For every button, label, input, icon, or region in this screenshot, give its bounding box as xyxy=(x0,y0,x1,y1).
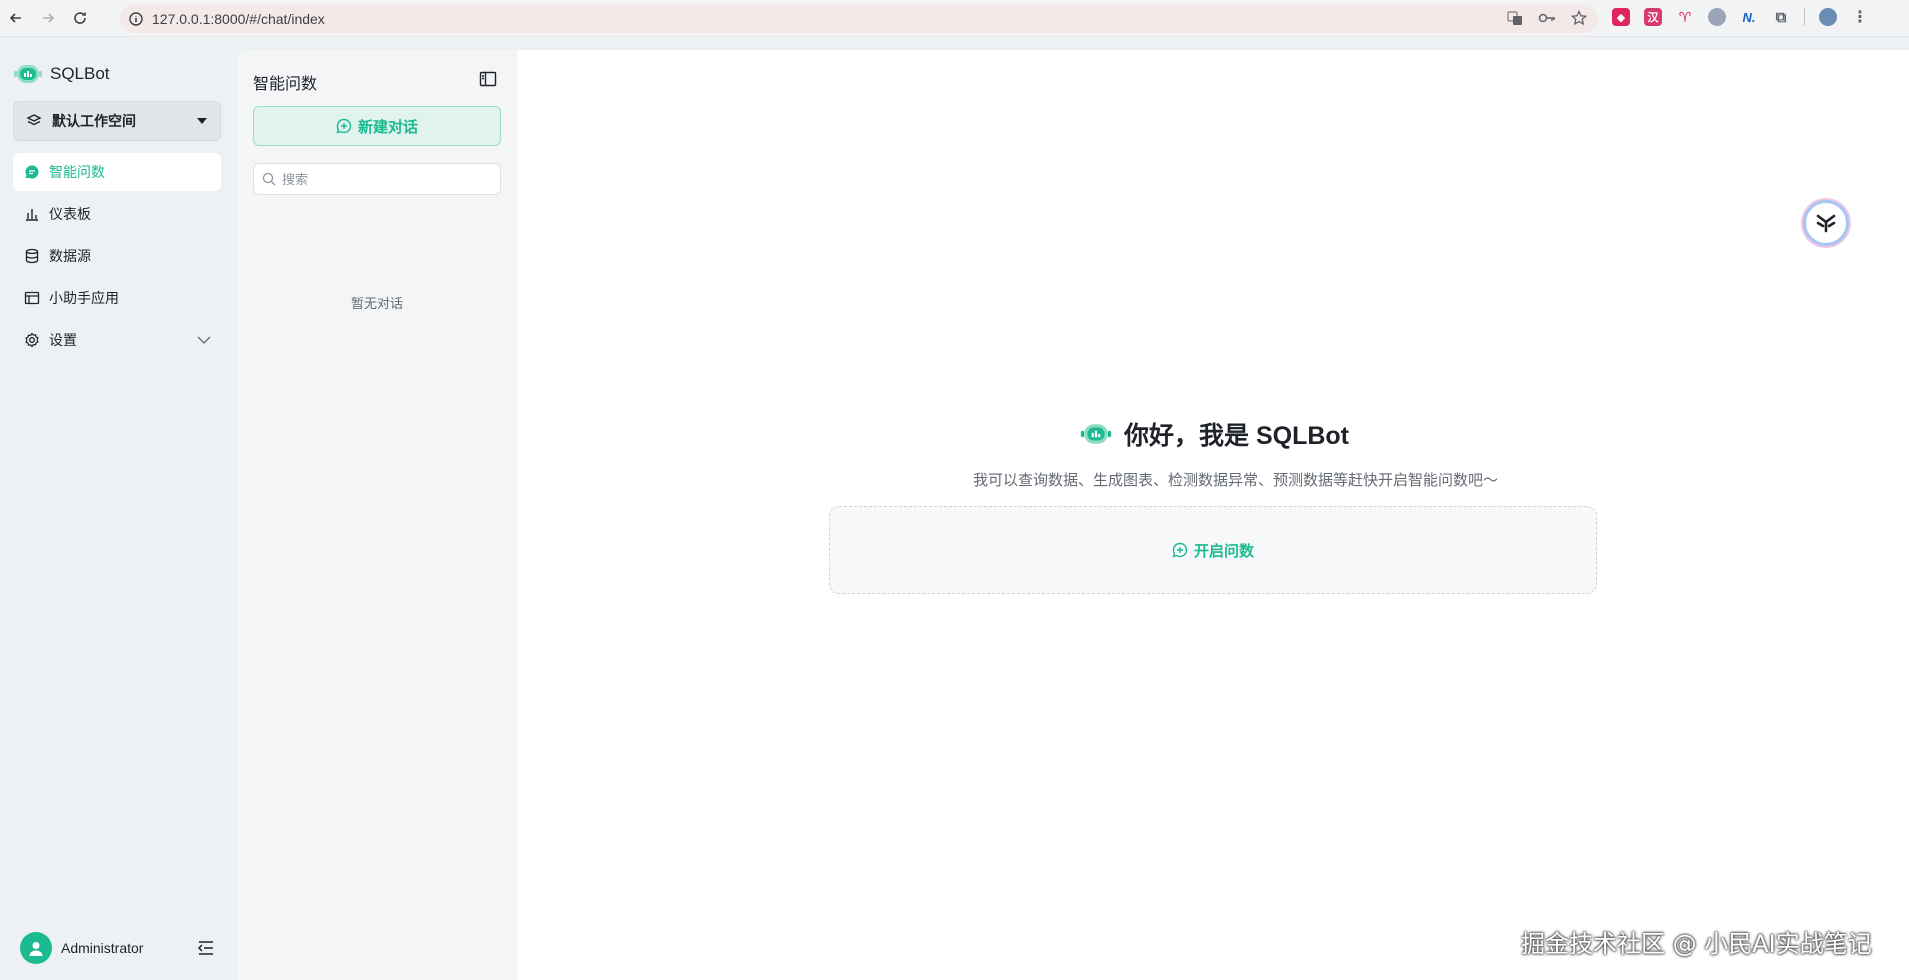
profile-avatar-icon[interactable] xyxy=(1819,8,1837,26)
sidebar-item-label: 数据源 xyxy=(49,248,91,264)
greeting-title: 你好，我是 SQLBot xyxy=(1124,422,1349,450)
extension-circle-icon[interactable] xyxy=(1708,8,1726,26)
brand[interactable]: SQLBot xyxy=(14,62,110,86)
chat-list-panel: 智能问数 新建对话 暂无对话 xyxy=(237,50,517,980)
sidebar-menu: 智能问数 仪表板 数据源 小助手应用 设置 xyxy=(13,153,221,363)
sidebar-item-label: 智能问数 xyxy=(49,164,105,180)
address-bar[interactable]: 127.0.0.1:8000/#/chat/index xyxy=(120,4,1598,33)
browser-toolbar: 127.0.0.1:8000/#/chat/index ◆ 汉 ♈ N. ⧉ ⋮ xyxy=(0,0,1909,37)
extension-n-icon[interactable]: N. xyxy=(1740,8,1758,26)
database-icon xyxy=(23,247,41,265)
star-icon[interactable] xyxy=(1570,9,1588,27)
sidebar-item-datasource[interactable]: 数据源 xyxy=(13,237,221,275)
user-icon xyxy=(29,942,43,956)
caret-down-icon xyxy=(197,118,207,124)
chat-icon xyxy=(23,163,41,181)
user-profile[interactable]: Administrator xyxy=(20,932,215,964)
workspace-name: 默认工作空间 xyxy=(52,113,136,129)
add-chat-icon xyxy=(1172,542,1188,558)
arrow-right-icon xyxy=(43,13,55,23)
brand-name: SQLBot xyxy=(50,64,110,83)
bar-chart-icon xyxy=(23,205,41,223)
url-text: 127.0.0.1:8000/#/chat/index xyxy=(152,10,325,27)
workspace-selector[interactable]: 默认工作空间 xyxy=(13,101,221,141)
sidebar-item-smart-query[interactable]: 智能问数 xyxy=(13,153,221,191)
chevron-down-icon xyxy=(197,336,211,344)
main-content: 你好，我是 SQLBot 我可以查询数据、生成图表、检测数据异常、预测数据等赶快… xyxy=(517,50,1909,980)
greeting: 你好，我是 SQLBot xyxy=(1080,416,1349,452)
avatar[interactable] xyxy=(20,932,52,964)
kebab-menu-icon[interactable]: ⋮ xyxy=(1851,8,1869,26)
panel-title: 智能问数 xyxy=(253,76,318,93)
sidebar-item-dashboard[interactable]: 仪表板 xyxy=(13,195,221,233)
sidebar-toggle-icon[interactable] xyxy=(479,70,497,88)
user-name: Administrator xyxy=(61,940,144,956)
reload-icon xyxy=(74,12,86,24)
sqlbot-logo-icon xyxy=(14,65,42,83)
sidebar-item-assistant-app[interactable]: 小助手应用 xyxy=(13,279,221,317)
start-query-label: 开启问数 xyxy=(1193,542,1254,560)
layers-icon xyxy=(26,114,42,126)
sidebar-item-label: 仪表板 xyxy=(49,206,91,222)
extension-translate-icon[interactable]: 汉 xyxy=(1644,8,1662,26)
collapse-menu-icon[interactable] xyxy=(197,940,215,956)
app-sidebar: SQLBot 默认工作空间 智能问数 仪表板 数据源 小助手应用 设置 Admi… xyxy=(0,50,236,980)
info-icon[interactable] xyxy=(128,11,144,27)
key-icon[interactable] xyxy=(1538,9,1556,27)
start-query-button[interactable]: 开启问数 xyxy=(829,506,1597,594)
forward-button[interactable] xyxy=(32,2,64,34)
floating-assistant-button[interactable] xyxy=(1803,200,1849,246)
extensions-puzzle-icon[interactable]: ⧉ xyxy=(1772,8,1790,26)
sidebar-item-label: 小助手应用 xyxy=(49,290,119,306)
greeting-subtitle: 我可以查询数据、生成图表、检测数据异常、预测数据等赶快开启智能问数吧～ xyxy=(972,472,1498,489)
gear-icon xyxy=(23,331,41,349)
extension-pin-icon[interactable]: ♈ xyxy=(1676,8,1694,26)
sqlbot-logo-icon xyxy=(1080,424,1112,444)
reload-button[interactable] xyxy=(64,2,96,34)
arrow-left-icon xyxy=(9,13,21,23)
toolbar-divider xyxy=(1804,8,1805,26)
search-input[interactable] xyxy=(282,171,482,187)
watermark: 掘金技术社区 @ 小民AI实战笔记 xyxy=(1521,930,1872,958)
add-chat-icon xyxy=(336,118,352,134)
extension-shield-icon[interactable]: ◆ xyxy=(1612,8,1630,26)
sidebar-item-settings[interactable]: 设置 xyxy=(13,321,221,359)
translate-icon[interactable] xyxy=(1506,9,1524,27)
search-box[interactable] xyxy=(253,163,501,195)
search-icon xyxy=(262,172,276,186)
sidebar-item-label: 设置 xyxy=(49,332,77,348)
empty-state-text: 暂无对话 xyxy=(350,296,403,311)
new-chat-label: 新建对话 xyxy=(357,118,418,136)
back-button[interactable] xyxy=(0,2,32,34)
new-chat-button[interactable]: 新建对话 xyxy=(253,106,501,146)
app-window-icon xyxy=(23,289,41,307)
assistant-logo-icon xyxy=(1816,214,1836,233)
